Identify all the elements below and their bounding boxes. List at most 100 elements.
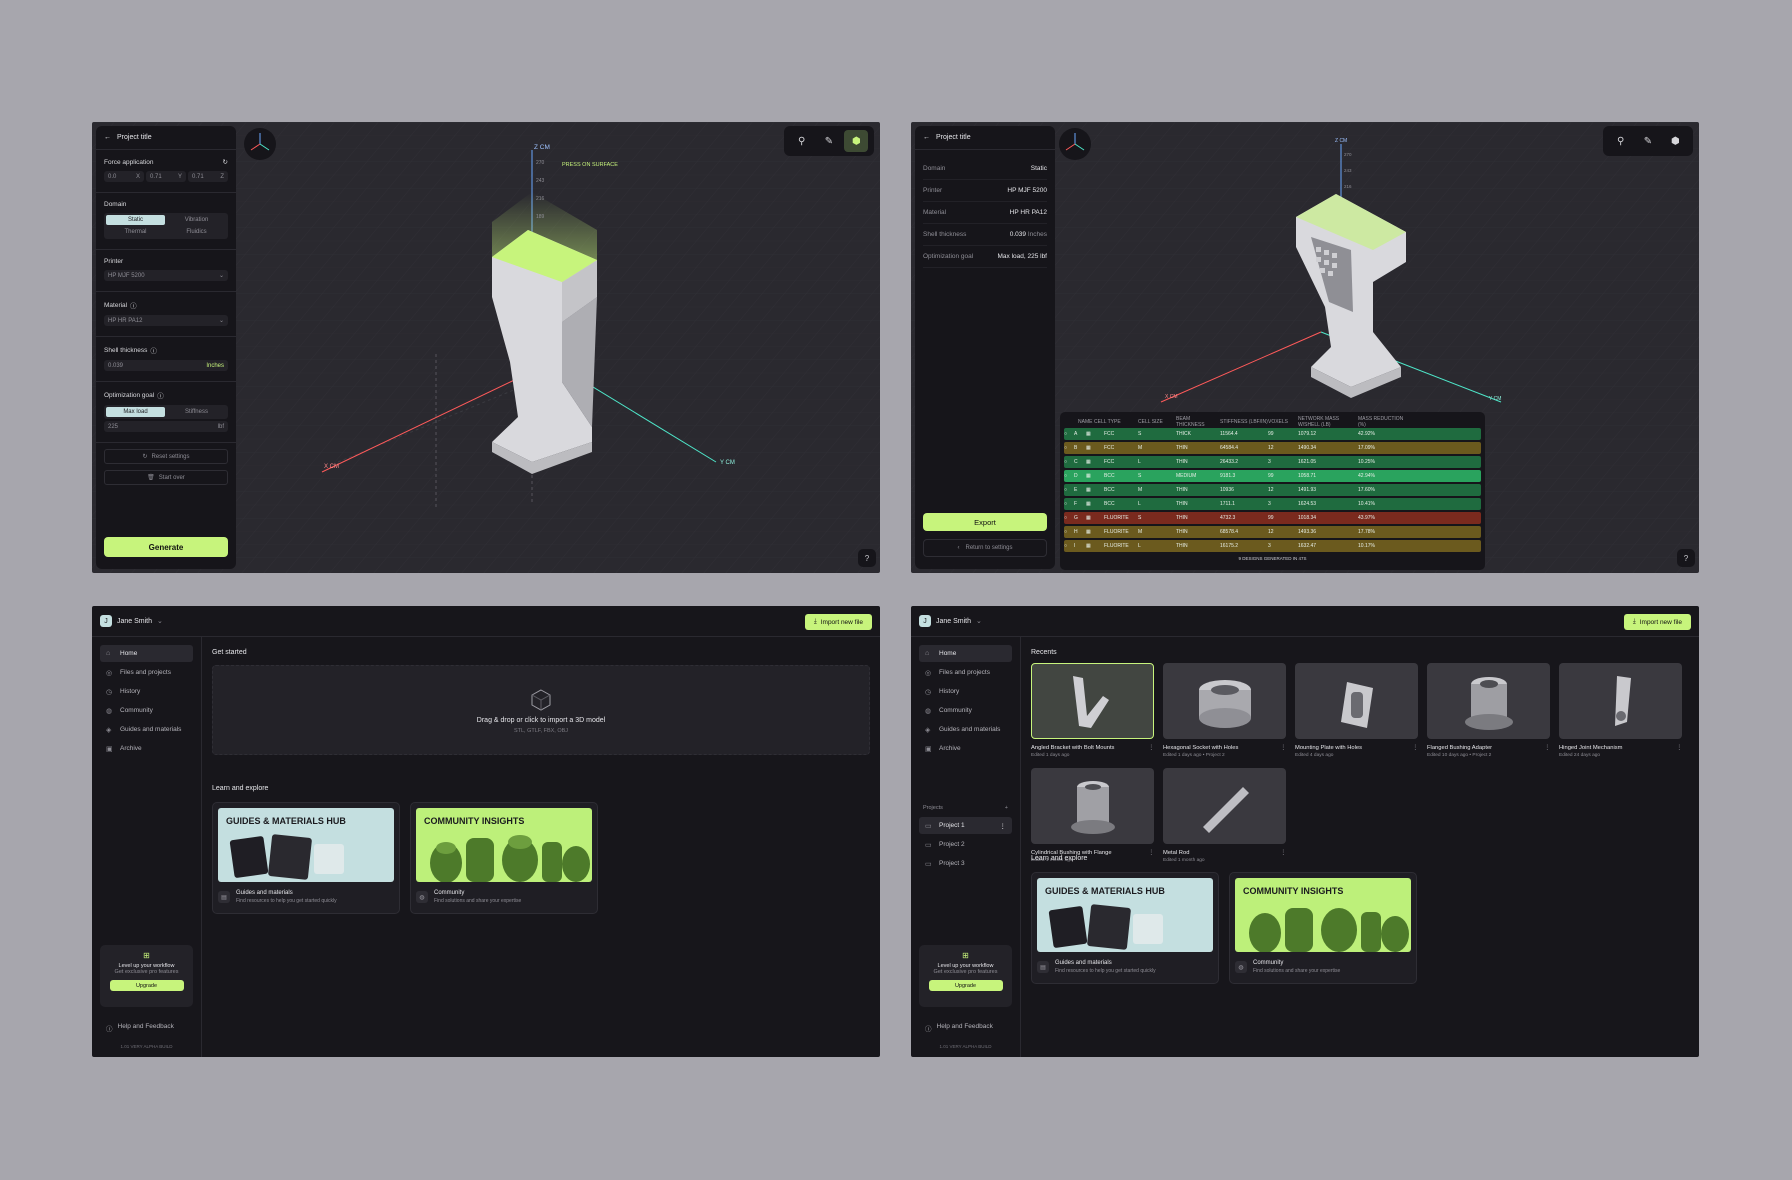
force-y-input[interactable]: 0.71 Y: [146, 171, 186, 182]
row-radio[interactable]: ○: [1064, 431, 1074, 437]
plus-icon[interactable]: +: [1005, 805, 1008, 811]
more-icon[interactable]: ⋮: [1544, 745, 1550, 751]
return-to-settings-button[interactable]: ‹ Return to settings: [923, 539, 1047, 557]
help-button[interactable]: ?: [1677, 549, 1695, 567]
row-radio[interactable]: ○: [1064, 445, 1074, 451]
nav-home[interactable]: ⌂ Home: [100, 645, 193, 662]
cube-tool-icon[interactable]: ⬢: [844, 130, 869, 152]
col-reduction[interactable]: MASS REDUCTION (%): [1358, 416, 1408, 428]
domain-vibration[interactable]: Vibration: [167, 215, 226, 225]
nav-archive[interactable]: ▣ Archive: [919, 740, 1012, 757]
force-x-input[interactable]: 0.0 X: [104, 171, 144, 182]
nav-files[interactable]: ◎ Files and projects: [100, 664, 193, 681]
nav-guides[interactable]: ◈ Guides and materials: [919, 721, 1012, 738]
row-radio[interactable]: ○: [1064, 501, 1074, 507]
col-name[interactable]: NAME: [1064, 419, 1092, 425]
table-row[interactable]: ○ G ▦ FLUORITE S THIN 4732.3 99 1018.34 43.97%: [1064, 512, 1481, 524]
back-arrow-icon[interactable]: ←: [104, 134, 111, 141]
cube-tool-icon[interactable]: ⬢: [1663, 130, 1687, 152]
domain-static[interactable]: Static: [106, 215, 165, 225]
top-bar: J Jane Smith ⌄ ⤓ Import new file: [911, 606, 1699, 637]
table-row[interactable]: ○ H ▦ FLUORITE M THIN 68578.4 12 1493.36 17.78%: [1064, 526, 1481, 538]
nav-history[interactable]: ◷ History: [100, 683, 193, 700]
domain-thermal[interactable]: Thermal: [106, 227, 165, 237]
user-menu[interactable]: J Jane Smith ⌄: [100, 615, 163, 627]
nav-community[interactable]: ◍ Community: [100, 702, 193, 719]
col-mass[interactable]: NETWORK MASS W/SHELL (LB): [1298, 416, 1358, 428]
nav-archive[interactable]: ▣ Archive: [100, 740, 193, 757]
force-z-input[interactable]: 0.71 Z: [188, 171, 228, 182]
recent-file-card[interactable]: Cylindrical Bushing with Flange ⋮ Edited 1…: [1031, 768, 1154, 863]
help-feedback-link[interactable]: ⓘ Help and Feedback: [106, 1023, 174, 1033]
row-radio[interactable]: ○: [1064, 529, 1074, 535]
more-icon[interactable]: ⋮: [1000, 822, 1007, 830]
project-item-2[interactable]: ▭ Project 2: [919, 836, 1012, 853]
domain-fluidics[interactable]: Fluidics: [167, 227, 226, 237]
row-radio[interactable]: ○: [1064, 515, 1074, 521]
table-row[interactable]: ○ A ▦ FCC S THICK 11564.4 99 1079.12 42.92%: [1064, 428, 1481, 440]
generate-button[interactable]: Generate: [104, 537, 228, 557]
reset-settings-button[interactable]: ↻ Reset settings: [104, 449, 228, 464]
shell-input[interactable]: 0.039 Inches: [104, 360, 228, 371]
recent-file-card[interactable]: Metal Rod ⋮ Edited 1 month ago: [1163, 768, 1286, 863]
nav-home[interactable]: ⌂ Home: [919, 645, 1012, 662]
pen-tool-icon[interactable]: ✎: [817, 130, 841, 152]
table-row[interactable]: ○ F ▦ BCC L THIN 1711.1 3 1624.53 10.41%: [1064, 498, 1481, 510]
dropzone[interactable]: Drag & drop or click to import a 3D mode…: [212, 665, 870, 755]
orientation-gizmo[interactable]: [1059, 128, 1091, 160]
community-card[interactable]: COMMUNITY INSIGHTS ◍ Community Find solut…: [410, 802, 598, 914]
more-icon[interactable]: ⋮: [1412, 745, 1418, 751]
nav-guides[interactable]: ◈ Guides and materials: [100, 721, 193, 738]
table-row[interactable]: ○ I ▦ FLUORITE L THIN 16175.2 3 1632.47 10.17%: [1064, 540, 1481, 552]
table-row[interactable]: ○ C ▦ FCC L THIN 26433.2 3 1621.05 10.25%: [1064, 456, 1481, 468]
goal-value-input[interactable]: 225 lbf: [104, 421, 228, 432]
help-feedback-link[interactable]: ⓘ Help and Feedback: [925, 1023, 993, 1033]
guides-card[interactable]: GUIDES & MATERIALS HUB ▤ Guides and mate…: [212, 802, 400, 914]
back-arrow-icon[interactable]: ←: [923, 134, 930, 141]
orientation-gizmo[interactable]: [244, 128, 276, 160]
recent-file-card[interactable]: Mounting Plate with Holes ⋮ Edited 4 days …: [1295, 663, 1418, 758]
table-row[interactable]: ○ D ▦ BCC S MEDIUM 9181.3 99 1058.71 42.94%: [1064, 470, 1481, 482]
material-select[interactable]: HP HR PA12 ⌄: [104, 315, 228, 326]
more-icon[interactable]: ⋮: [1676, 745, 1682, 751]
upgrade-button[interactable]: Upgrade: [109, 980, 184, 991]
more-icon[interactable]: ⋮: [1148, 745, 1154, 751]
upgrade-button[interactable]: Upgrade: [928, 980, 1003, 991]
row-radio[interactable]: ○: [1064, 543, 1074, 549]
row-radio[interactable]: ○: [1064, 459, 1074, 465]
recent-file-card[interactable]: Flanged Bushing Adapter ⋮ Edited 10 days a…: [1427, 663, 1550, 758]
community-card[interactable]: COMMUNITY INSIGHTS ◍ Community Find solut…: [1229, 872, 1417, 984]
user-menu[interactable]: J Jane Smith ⌄: [919, 615, 982, 627]
pen-tool-icon[interactable]: ✎: [1636, 130, 1660, 152]
nav-community[interactable]: ◍ Community: [919, 702, 1012, 719]
printer-select[interactable]: HP MJF 5200 ⌄: [104, 270, 228, 281]
help-button[interactable]: ?: [858, 549, 876, 567]
recent-file-card[interactable]: Hinged Joint Mechanism ⋮ Edited 24 days ag…: [1559, 663, 1682, 758]
goal-max-load[interactable]: Max load: [106, 407, 165, 417]
project-item-1[interactable]: ▭ Project 1 ⋮: [919, 817, 1012, 834]
export-button[interactable]: Export: [923, 513, 1047, 531]
import-button[interactable]: ⤓ Import new file: [1623, 614, 1691, 630]
col-beam[interactable]: BEAM THICKNESS: [1176, 416, 1220, 428]
goal-stiffness[interactable]: Stiffness: [167, 407, 226, 417]
nav-files[interactable]: ◎ Files and projects: [919, 664, 1012, 681]
project-item-3[interactable]: ▭ Project 3: [919, 855, 1012, 872]
start-over-button[interactable]: 🗑 Start over: [104, 470, 228, 485]
force-tool-icon[interactable]: ⚲: [1609, 130, 1633, 152]
force-tool-icon[interactable]: ⚲: [790, 130, 814, 152]
recent-file-card[interactable]: Hexagonal Socket with Holes ⋮ Edited 1 day…: [1163, 663, 1286, 758]
row-radio[interactable]: ○: [1064, 487, 1074, 493]
guides-card[interactable]: GUIDES & MATERIALS HUB ▤ Guides and mate…: [1031, 872, 1219, 984]
refresh-icon[interactable]: ↻: [223, 158, 228, 166]
table-row[interactable]: ○ E ▦ BCC M THIN 10936 12 1491.93 17.60%: [1064, 484, 1481, 496]
row-radio[interactable]: ○: [1064, 473, 1074, 479]
col-stiffness[interactable]: STIFFNESS (LBF/IN): [1220, 419, 1268, 425]
col-cell-type[interactable]: CELL TYPE: [1086, 419, 1138, 425]
nav-history[interactable]: ◷ History: [919, 683, 1012, 700]
table-row[interactable]: ○ B ▦ FCC M THIN 64584.4 12 1490.34 17.09%: [1064, 442, 1481, 454]
more-icon[interactable]: ⋮: [1280, 745, 1286, 751]
col-voxels[interactable]: VOXELS: [1268, 419, 1298, 425]
import-button[interactable]: ⤓ Import new file: [804, 614, 872, 630]
col-cell-size[interactable]: CELL SIZE: [1138, 419, 1176, 425]
recent-file-card[interactable]: Angled Bracket with Bolt Mounts ⋮ Edited 1…: [1031, 663, 1154, 758]
